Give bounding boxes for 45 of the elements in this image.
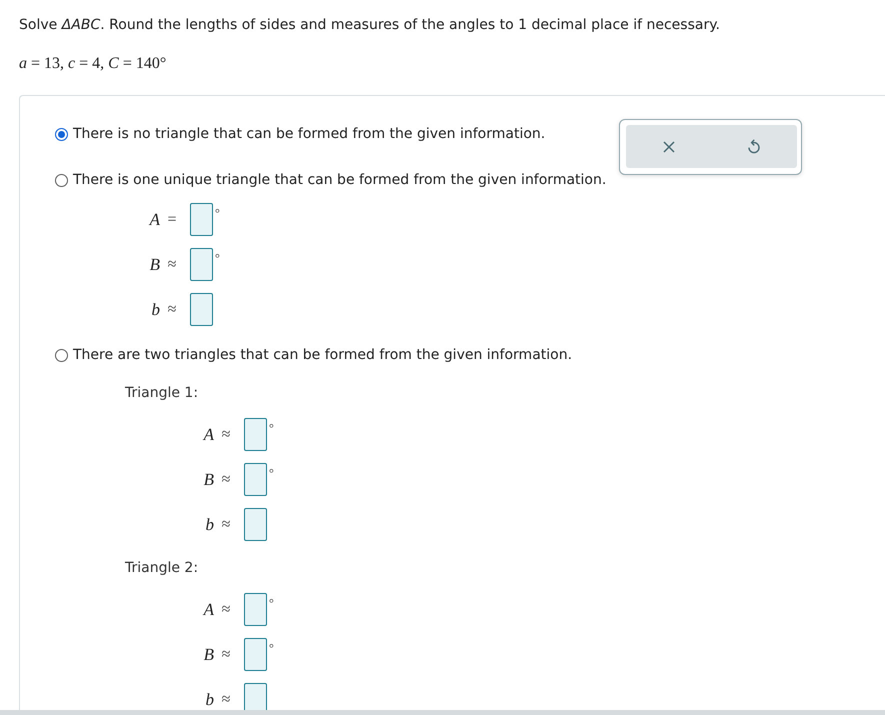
undo-icon bbox=[748, 139, 760, 154]
variable-label: B bbox=[202, 644, 214, 664]
radio-button[interactable] bbox=[55, 174, 68, 186]
variable-label: A bbox=[202, 600, 214, 620]
relation-sign: = bbox=[166, 210, 178, 230]
relation-sign: ≈ bbox=[220, 424, 232, 444]
variable-label: A bbox=[202, 424, 214, 444]
variable-label: b bbox=[204, 514, 214, 534]
answer-box[interactable] bbox=[244, 638, 267, 671]
answer-box[interactable] bbox=[244, 463, 267, 496]
question-text: Solve ΔABC. Round the lengths of sides and measures of the angles to 1 decimal place if necessary. bbox=[19, 16, 720, 34]
answer-box[interactable] bbox=[190, 203, 213, 236]
given-values: a = 13, c = 4, C = 140° bbox=[19, 55, 166, 73]
degree-sign: ° bbox=[269, 422, 274, 434]
degree-sign: ° bbox=[215, 207, 220, 219]
option-label: There is one unique triangle that can be formed from the given information. bbox=[73, 171, 606, 189]
relation-sign: ≈ bbox=[220, 690, 232, 710]
relation-sign: ≈ bbox=[166, 300, 178, 320]
radio-button[interactable] bbox=[55, 128, 68, 140]
answer-box[interactable] bbox=[244, 593, 267, 626]
answer-box[interactable] bbox=[190, 293, 213, 326]
variable-label: A bbox=[148, 210, 160, 230]
variable-label: b bbox=[204, 690, 214, 710]
relation-sign: ≈ bbox=[220, 600, 232, 620]
answer-box[interactable] bbox=[244, 508, 267, 541]
degree-sign: ° bbox=[269, 597, 274, 609]
triangle-heading: Triangle 2: bbox=[125, 559, 198, 578]
variable-label: B bbox=[148, 254, 160, 274]
variable-label: b bbox=[150, 300, 160, 320]
answer-box[interactable] bbox=[190, 248, 213, 281]
variable-label: B bbox=[202, 470, 214, 490]
option-label: There are two triangles that can be formed from the given information. bbox=[73, 346, 572, 364]
degree-sign: ° bbox=[269, 642, 274, 654]
relation-sign: ≈ bbox=[166, 254, 178, 274]
triangle-heading: Triangle 1: bbox=[125, 384, 198, 403]
relation-sign: ≈ bbox=[220, 644, 232, 664]
answer-box[interactable] bbox=[244, 683, 267, 710]
close-icon bbox=[662, 140, 675, 152]
relation-sign: ≈ bbox=[220, 514, 232, 534]
degree-sign: ° bbox=[269, 467, 274, 479]
option-label: There is no triangle that can be formed from the given information. bbox=[73, 125, 546, 143]
answer-box[interactable] bbox=[244, 418, 267, 451]
relation-sign: ≈ bbox=[220, 470, 232, 490]
degree-sign: ° bbox=[215, 252, 220, 264]
radio-button[interactable] bbox=[55, 348, 68, 362]
